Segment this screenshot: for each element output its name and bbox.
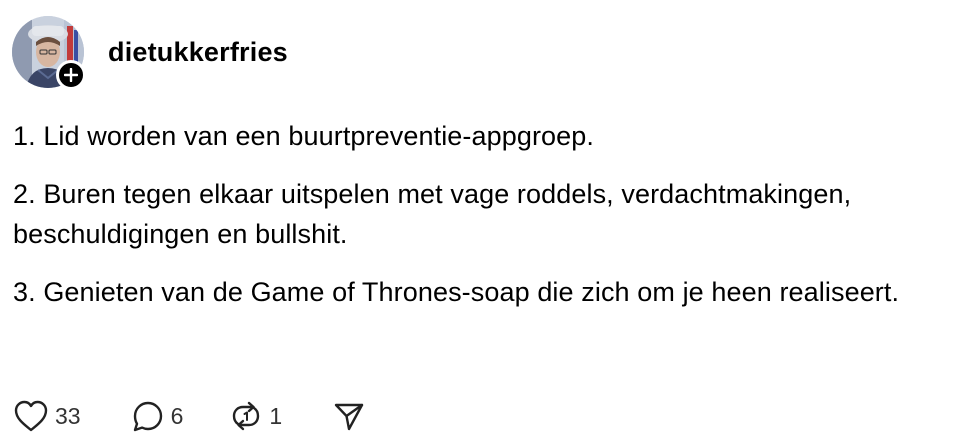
- post-paragraph: 2. Buren tegen elkaar uitspelen met vage…: [13, 179, 852, 249]
- post-card: dietukkerfries 1. Lid worden van een buu…: [0, 0, 976, 444]
- reply-count: 6: [170, 402, 184, 429]
- post-paragraph: 1. Lid worden van een buurtpreventie-app…: [13, 121, 594, 151]
- post-body: 1. Lid worden van een buurtpreventie-app…: [13, 116, 963, 330]
- repost-count: 1: [269, 402, 283, 429]
- heart-icon: [14, 400, 48, 432]
- like-button[interactable]: 33: [13, 399, 81, 433]
- username-link[interactable]: dietukkerfries: [108, 37, 288, 68]
- post-paragraph: 3. Genieten van de Game of Thrones-soap …: [13, 277, 900, 307]
- speech-bubble-icon: [133, 401, 162, 432]
- like-count: 33: [55, 402, 81, 429]
- post-header: dietukkerfries: [10, 14, 610, 92]
- follow-button[interactable]: [56, 60, 86, 90]
- plus-icon: [64, 68, 78, 82]
- repost-button[interactable]: 1: [229, 399, 282, 433]
- action-bar: 33 6 1: [13, 396, 406, 436]
- repost-icon: [233, 401, 260, 431]
- share-button[interactable]: [332, 399, 366, 433]
- avatar-container[interactable]: [10, 14, 86, 90]
- reply-button[interactable]: 6: [131, 399, 184, 433]
- send-icon: [334, 403, 364, 431]
